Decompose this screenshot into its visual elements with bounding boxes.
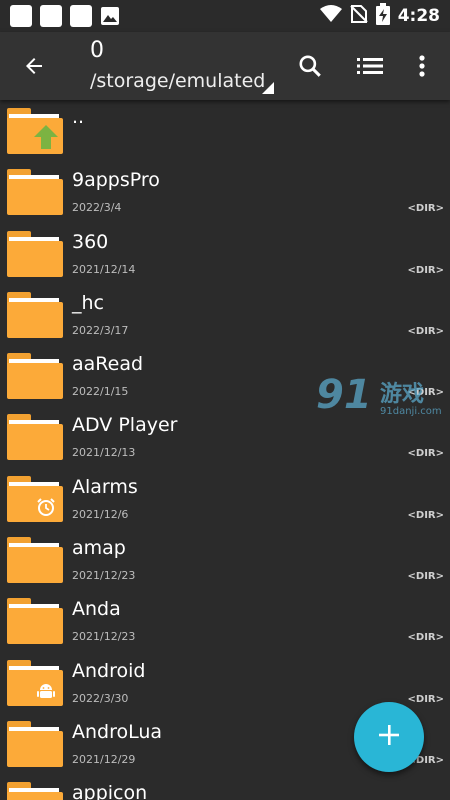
- folder-icon: [7, 475, 63, 522]
- file-row[interactable]: 9appsPro 2022/3/4 <DIR>: [0, 161, 450, 222]
- file-name: Anda: [72, 598, 121, 621]
- search-icon[interactable]: [294, 50, 326, 82]
- folder-icon: [7, 169, 63, 216]
- dir-tag: <DIR>: [407, 632, 444, 644]
- dir-tag: <DIR>: [407, 509, 444, 521]
- alarm-icon: [33, 494, 59, 520]
- file-name: 360: [72, 230, 109, 253]
- file-name: ..: [72, 106, 85, 128]
- selection-count: 0: [90, 38, 104, 63]
- dir-tag: <DIR>: [407, 571, 444, 583]
- folder-icon: [7, 108, 63, 154]
- file-date: 2021/12/29: [72, 752, 136, 766]
- watermark-url: 91danji.com: [380, 406, 442, 417]
- notification-square-icon: [10, 5, 32, 27]
- file-date: 2022/3/30: [72, 691, 129, 705]
- dir-tag: <DIR>: [407, 448, 444, 460]
- current-path[interactable]: /storage/emulated: [90, 70, 265, 92]
- file-date: 2021/12/6: [72, 507, 129, 521]
- folder-icon: [7, 659, 63, 706]
- file-name: amap: [72, 537, 126, 560]
- more-vert-icon[interactable]: [406, 50, 438, 82]
- status-time: 4:28: [397, 6, 440, 26]
- battery-charging-icon: [375, 3, 390, 29]
- watermark-logo: 91 游戏 91danji.com: [316, 372, 446, 428]
- file-name: ADV Player: [72, 414, 178, 437]
- dir-tag: <DIR>: [407, 264, 444, 276]
- image-icon: [100, 6, 120, 26]
- notification-square-icon: [40, 5, 62, 27]
- file-name: Android: [72, 659, 146, 682]
- file-name: 9appsPro: [72, 169, 160, 192]
- file-row[interactable]: amap 2021/12/23 <DIR>: [0, 529, 450, 590]
- folder-icon: [7, 598, 63, 645]
- file-date: 2022/3/4: [72, 201, 122, 215]
- dir-tag: <DIR>: [407, 693, 444, 705]
- toolbar: 0 /storage/emulated: [0, 32, 450, 100]
- file-date: 2021/12/23: [72, 630, 136, 644]
- folder-icon: [7, 353, 63, 400]
- dir-tag: <DIR>: [407, 325, 444, 337]
- plus-icon: [378, 724, 400, 750]
- android-icon: [33, 678, 59, 704]
- up-arrow-icon: [31, 122, 61, 152]
- path-dropdown-icon[interactable]: [262, 82, 274, 94]
- list-view-icon[interactable]: [354, 50, 386, 82]
- file-name: aaRead: [72, 353, 144, 376]
- file-date: 2022/3/17: [72, 323, 129, 337]
- add-button[interactable]: [354, 702, 424, 772]
- file-date: 2022/1/15: [72, 385, 129, 399]
- watermark-chinese: 游戏: [380, 382, 425, 407]
- folder-icon: [7, 230, 63, 277]
- file-row[interactable]: ..: [0, 100, 450, 161]
- folder-icon: [7, 414, 63, 461]
- back-arrow-icon[interactable]: [18, 50, 50, 82]
- file-date: 2021/12/14: [72, 262, 136, 276]
- file-date: 2021/12/23: [72, 569, 136, 583]
- file-date: 2021/12/13: [72, 446, 136, 460]
- dir-tag: <DIR>: [407, 203, 444, 215]
- folder-icon: [7, 537, 63, 584]
- file-row[interactable]: appicon: [0, 774, 450, 800]
- folder-icon: [7, 782, 63, 800]
- wifi-icon: [319, 5, 342, 27]
- file-name: AndroLua: [72, 720, 163, 743]
- file-name: _hc: [72, 291, 104, 314]
- file-row[interactable]: Alarms 2021/12/6 <DIR>: [0, 468, 450, 529]
- file-row[interactable]: _hc 2022/3/17 <DIR>: [0, 284, 450, 345]
- folder-icon: [7, 720, 63, 767]
- notification-square-icon: [70, 5, 92, 27]
- file-row[interactable]: Anda 2021/12/23 <DIR>: [0, 590, 450, 651]
- file-list: .. 9appsPro 2022/3/4 <DIR> 360 2021/12/14 <DIR…: [0, 100, 450, 800]
- file-row[interactable]: 360 2021/12/14 <DIR>: [0, 223, 450, 284]
- no-sim-icon: [349, 5, 368, 27]
- watermark-number: 91: [316, 372, 372, 418]
- status-bar: 4:28: [0, 0, 450, 32]
- file-name: appicon: [72, 782, 148, 800]
- file-name: Alarms: [72, 475, 138, 498]
- folder-icon: [7, 291, 63, 338]
